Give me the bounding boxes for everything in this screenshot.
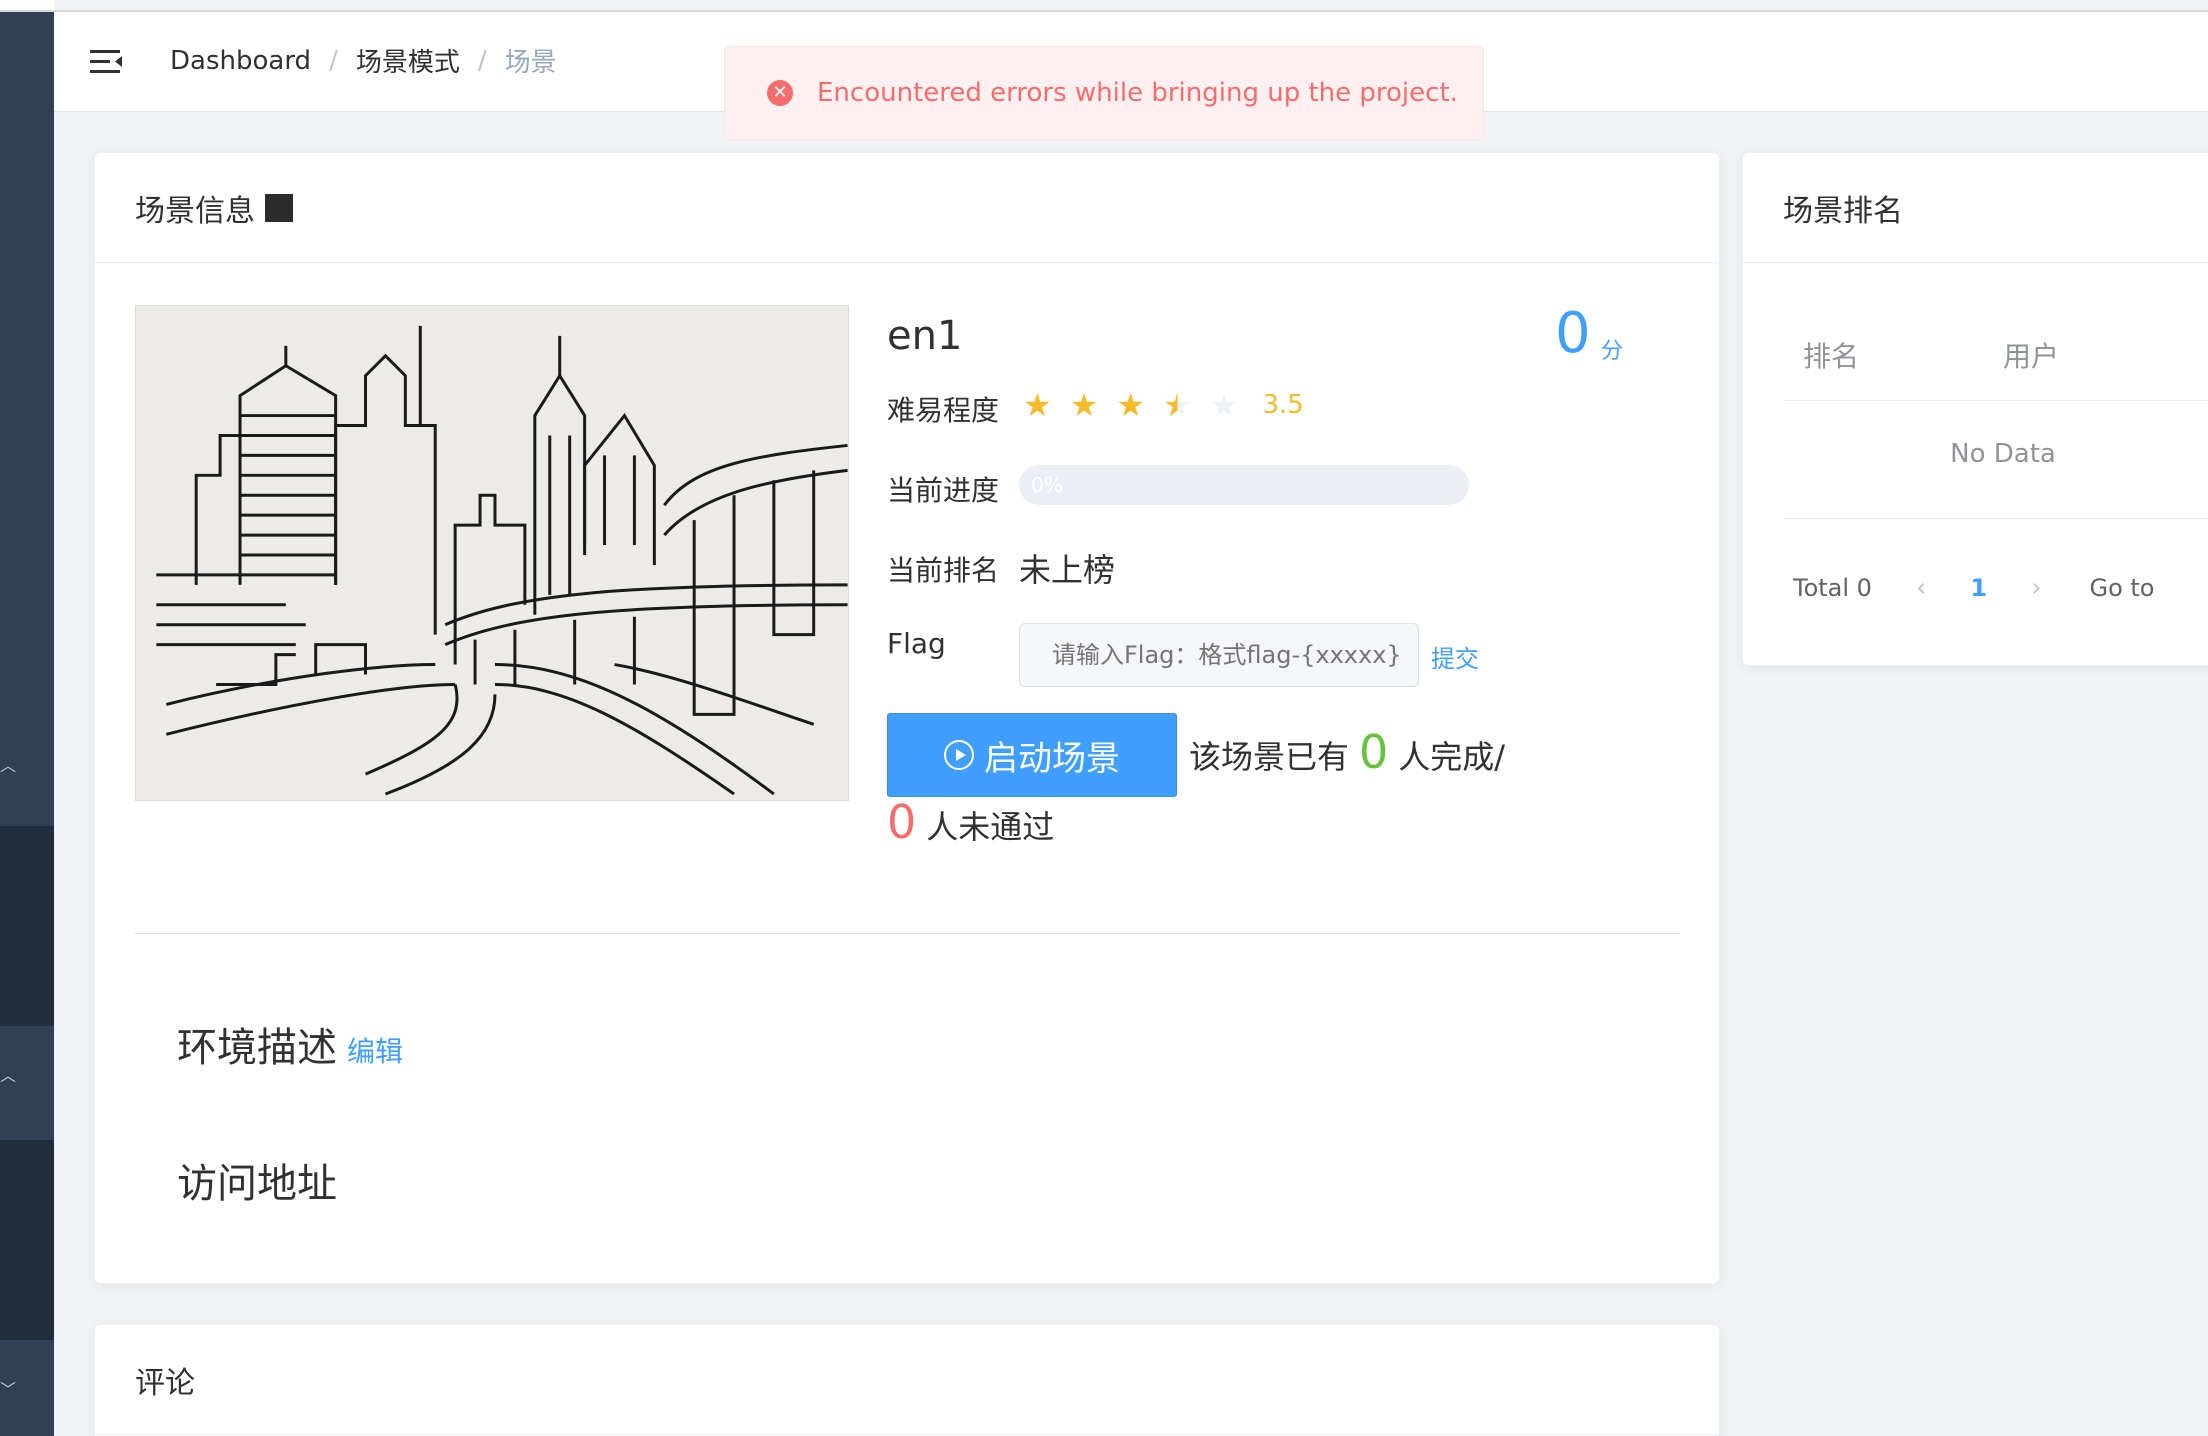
progress-label: 当前进度 <box>887 474 1000 507</box>
square-icon <box>265 193 293 222</box>
progress-text: 0% <box>1031 473 1063 497</box>
chevron-up-icon[interactable]: ︿ <box>0 758 16 774</box>
sidebar-submenu <box>0 1140 54 1340</box>
column-user[interactable]: 用户 <box>2003 335 2059 375</box>
flag-label: Flag <box>887 627 946 660</box>
scene-rank-card: 场景排名 排名 用户 No Data Total 0 ‹ 1 › Go to <box>1742 152 2208 666</box>
sidebar: ︿ ︿ ﹀ <box>0 0 54 1436</box>
comment-title: 评论 <box>135 1365 195 1401</box>
scene-info-card: 场景信息 en1 0 分 难易程度 ★ ★ ★ ★ ★ 3.5 当前进度 0% … <box>94 152 1720 1284</box>
completed-count: 0 <box>1359 725 1389 779</box>
failed-suffix: 人未通过 <box>926 808 1055 846</box>
breadcrumb-item-scene: 场景 <box>504 48 557 78</box>
rank-value: 未上榜 <box>1019 551 1116 589</box>
column-rank[interactable]: 排名 <box>1803 335 1859 375</box>
breadcrumb-separator: / <box>329 45 338 76</box>
star-icon: ★ <box>1116 386 1146 424</box>
divider <box>135 933 1679 934</box>
rank-label: 当前排名 <box>887 554 1000 587</box>
scene-name: en1 <box>887 313 963 359</box>
score-value: 0 <box>1555 301 1591 366</box>
empty-table-text: No Data <box>1783 401 2208 519</box>
current-page[interactable]: 1 <box>1970 574 1987 602</box>
chevron-up-icon[interactable]: ︿ <box>0 1068 16 1084</box>
submit-link[interactable]: 提交 <box>1431 639 1479 674</box>
scene-info-header: 场景信息 <box>95 153 1719 263</box>
error-icon: ✕ <box>767 80 793 106</box>
sidebar-submenu <box>0 826 54 1026</box>
error-alert: ✕ Encountered errors while bringing up t… <box>724 46 1484 140</box>
star-icon: ★ <box>1023 386 1052 424</box>
start-scene-button[interactable]: 启动场景 <box>887 713 1177 797</box>
error-message: Encountered errors while bringing up the… <box>817 78 1458 108</box>
edit-link[interactable]: 编辑 <box>347 1035 403 1068</box>
completed-suffix: 人完成/ <box>1398 738 1506 776</box>
pagination: Total 0 ‹ 1 › Go to <box>1793 573 2154 603</box>
chevron-down-icon[interactable]: ﹀ <box>0 1382 16 1398</box>
score-unit: 分 <box>1601 339 1624 364</box>
failed-count: 0 <box>887 795 917 849</box>
rank-table-header: 排名 用户 <box>1783 313 2208 401</box>
empty-star-icon: ★ <box>1209 386 1239 424</box>
breadcrumb-separator: / <box>477 45 487 76</box>
completed-prefix: 该场景已有 <box>1189 738 1350 776</box>
comment-card: 评论 <box>94 1324 1720 1436</box>
pagination-total: Total 0 <box>1793 574 1872 602</box>
page: ︿ ︿ ﹀ Dashboard / 场景模式 / 场景 ✕ Encountere… <box>0 0 2208 1436</box>
start-scene-label: 启动场景 <box>984 738 1120 779</box>
completion-stat: 该场景已有 0 人完成/ <box>1189 725 1505 779</box>
env-desc-section: 环境描述 编辑 <box>177 1015 403 1073</box>
scene-image <box>135 305 849 801</box>
hamburger-icon[interactable] <box>88 44 124 80</box>
progress-bar: 0% <box>1019 465 1469 505</box>
half-star-icon: ★ <box>1163 386 1192 424</box>
breadcrumb-item-scene-mode[interactable]: 场景模式 <box>356 42 460 79</box>
play-circle-icon <box>944 740 974 770</box>
prev-page-icon[interactable]: ‹ <box>1916 573 1926 603</box>
goto-label: Go to <box>2089 574 2155 602</box>
breadcrumb: Dashboard / 场景模式 / 场景 <box>170 42 557 79</box>
rank-card-title: 场景排名 <box>1783 193 1903 229</box>
breadcrumb-item-dashboard[interactable]: Dashboard <box>170 46 311 76</box>
star-icon: ★ <box>1069 386 1099 424</box>
difficulty-value: 3.5 <box>1262 390 1304 420</box>
rank-card-header: 场景排名 <box>1743 153 2208 263</box>
top-border <box>0 10 2208 12</box>
flag-input[interactable] <box>1019 623 1419 687</box>
next-page-icon[interactable]: › <box>2031 573 2041 603</box>
access-address-title: 访问地址 <box>177 1161 337 1207</box>
env-desc-title: 环境描述 <box>177 1025 337 1071</box>
difficulty-rating: ★ ★ ★ ★ ★ 3.5 <box>1023 389 1304 421</box>
failed-stat: 0 人未通过 <box>887 795 1054 849</box>
scene-info-title: 场景信息 <box>135 193 255 229</box>
comment-card-header: 评论 <box>95 1325 1719 1435</box>
difficulty-label: 难易程度 <box>887 394 1000 427</box>
